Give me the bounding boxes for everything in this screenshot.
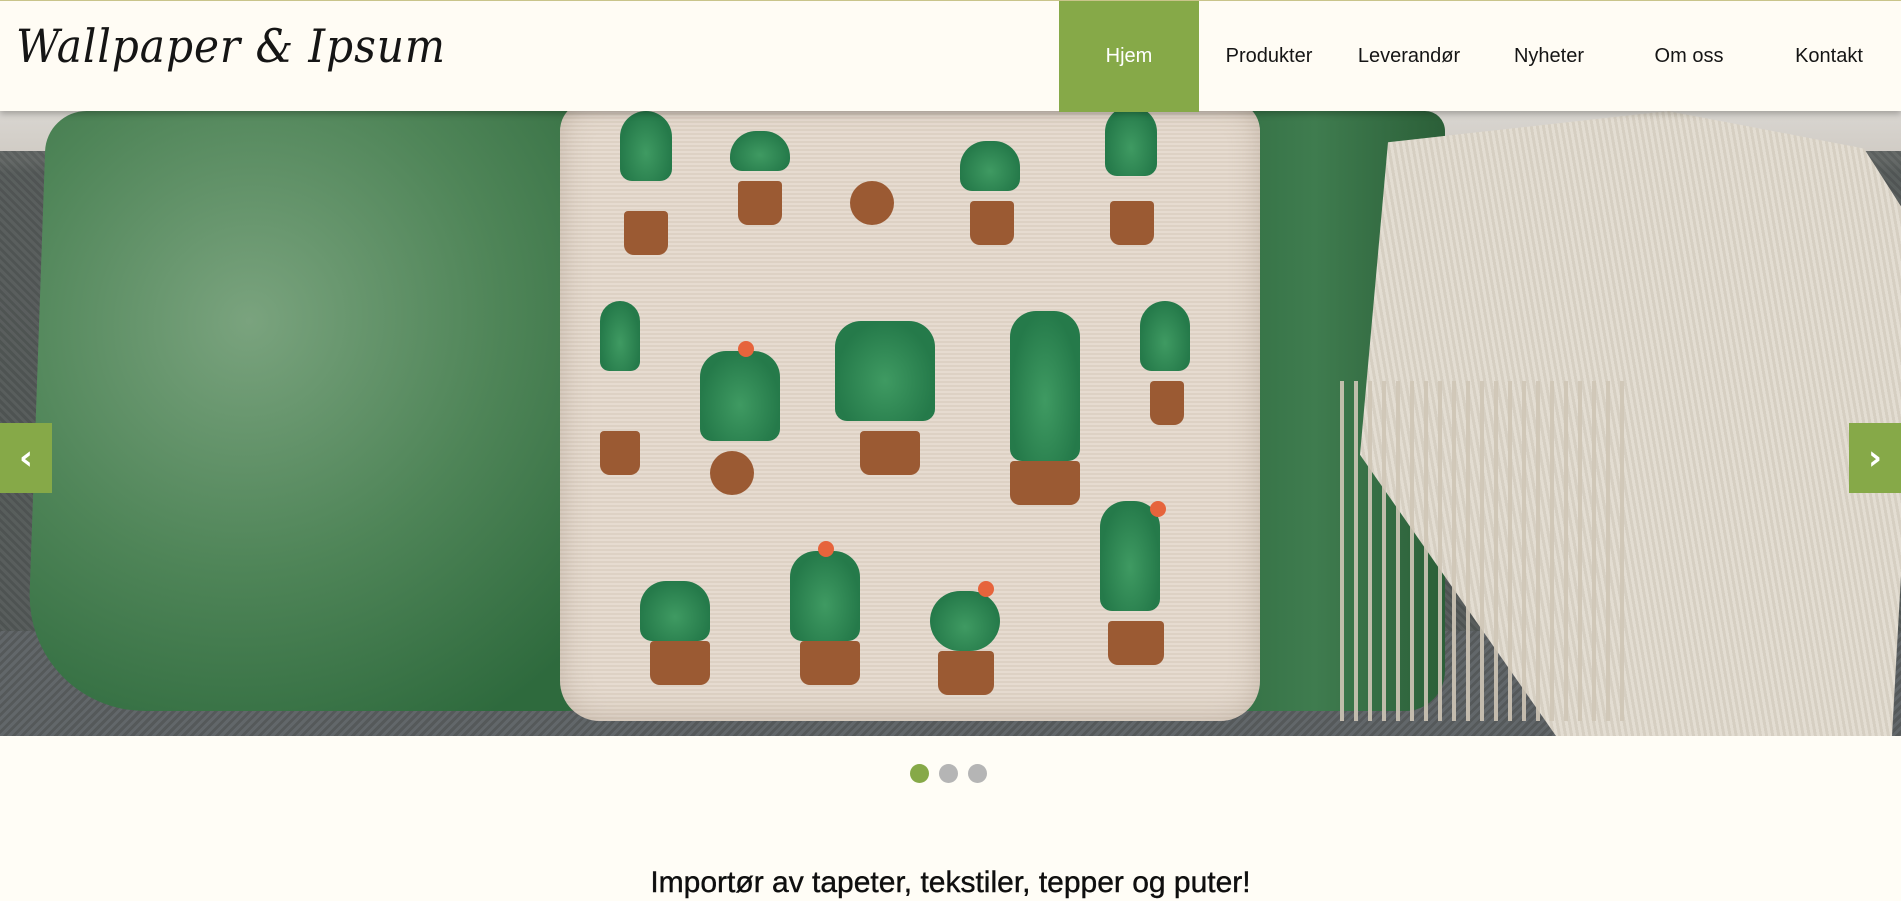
slider-prev-button[interactable]: ‹: [0, 423, 52, 493]
pot-motif: [710, 451, 754, 495]
pot-motif: [860, 431, 920, 475]
hero-slider: [0, 111, 1901, 736]
cactus-motif: [700, 351, 780, 441]
slider-dot-1[interactable]: [910, 764, 929, 783]
green-pillow-left: [25, 111, 647, 711]
pot-motif: [624, 211, 668, 255]
flower-motif: [1150, 501, 1166, 517]
slider-next-button[interactable]: ›: [1849, 423, 1901, 493]
nav-item-produkter[interactable]: Produkter: [1199, 1, 1339, 112]
cactus-motif: [640, 581, 710, 641]
pot-motif: [650, 641, 710, 685]
cactus-motif: [960, 141, 1020, 191]
nav-item-om-oss[interactable]: Om oss: [1619, 1, 1759, 112]
pot-motif: [1108, 621, 1164, 665]
flower-motif: [818, 541, 834, 557]
page-tagline: Importør av tapeter, tekstiler, tepper o…: [650, 866, 1251, 899]
flower-motif: [738, 341, 754, 357]
cactus-motif: [600, 301, 640, 371]
site-logo[interactable]: Wallpaper & Ipsum: [16, 19, 446, 73]
cactus-motif: [1140, 301, 1190, 371]
slider-dot-3[interactable]: [968, 764, 987, 783]
pot-motif: [970, 201, 1014, 245]
pot-motif: [850, 181, 894, 225]
site-header: Wallpaper & Ipsum Hjem Produkter Leveran…: [0, 0, 1901, 112]
nav-item-leverandor[interactable]: Leverandør: [1339, 1, 1479, 112]
cactus-motif: [1010, 311, 1080, 461]
cactus-motif: [790, 551, 860, 641]
throw-fringe: [1330, 381, 1630, 721]
cactus-pillow: [560, 111, 1260, 721]
slider-dot-2[interactable]: [939, 764, 958, 783]
pot-motif: [938, 651, 994, 695]
nav-item-kontakt[interactable]: Kontakt: [1759, 1, 1899, 112]
slider-dots: [910, 764, 987, 783]
cactus-motif: [1100, 501, 1160, 611]
cactus-motif: [1105, 111, 1157, 176]
nav-item-nyheter[interactable]: Nyheter: [1479, 1, 1619, 112]
flower-motif: [978, 581, 994, 597]
cactus-motif: [730, 131, 790, 171]
cactus-motif: [930, 591, 1000, 651]
pot-motif: [800, 641, 860, 685]
pot-motif: [1150, 381, 1184, 425]
nav-item-hjem[interactable]: Hjem: [1059, 1, 1199, 112]
cactus-motif: [835, 321, 935, 421]
main-nav: Hjem Produkter Leverandør Nyheter Om oss…: [1059, 1, 1899, 112]
pot-motif: [738, 181, 782, 225]
pot-motif: [1110, 201, 1154, 245]
pot-motif: [1010, 461, 1080, 505]
pot-motif: [600, 431, 640, 475]
cactus-motif: [620, 111, 672, 181]
